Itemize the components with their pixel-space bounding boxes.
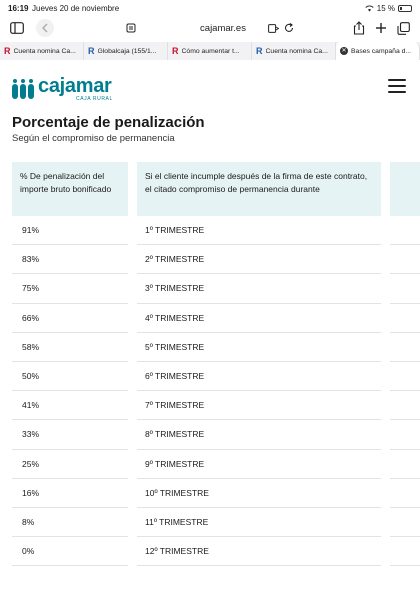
translate-icon[interactable] (266, 20, 280, 36)
back-button[interactable] (36, 19, 54, 37)
tab-label: Bases campaña d... (351, 47, 412, 55)
logo-mark-icon (12, 79, 34, 99)
table-row: 83% 2º TRIMESTRE (12, 245, 420, 275)
status-right: 15 % (365, 4, 412, 13)
cell-overflow (390, 333, 420, 362)
browser-tab[interactable]: R Cuenta nomina Ca... (0, 42, 84, 60)
r-favicon-icon: R (172, 46, 179, 56)
cell-overflow (390, 362, 420, 392)
cell-period: 3º TRIMESTRE (137, 274, 381, 304)
cell-period: 8º TRIMESTRE (137, 420, 381, 450)
r-favicon-icon: R (88, 46, 95, 56)
cell-overflow (390, 508, 420, 538)
cell-penalty-percent: 83% (12, 245, 128, 275)
table-header: % De penalización del importe bruto boni… (12, 162, 420, 216)
cell-overflow (390, 216, 420, 246)
header-period: Si el cliente incumple después de la fir… (137, 162, 381, 216)
cell-penalty-percent: 91% (12, 216, 128, 246)
cell-period: 1º TRIMESTRE (137, 216, 381, 246)
site-header: cajamar CAJA RURAL (0, 62, 420, 110)
cell-penalty-percent: 50% (12, 362, 128, 392)
cell-period: 10º TRIMESTRE (137, 479, 381, 508)
cell-period: 7º TRIMESTRE (137, 391, 381, 421)
cell-penalty-percent: 8% (12, 508, 128, 538)
table-row: 41% 7º TRIMESTRE (12, 391, 420, 421)
cell-overflow (390, 537, 420, 567)
close-icon[interactable]: ✕ (340, 47, 348, 55)
cell-overflow (390, 245, 420, 275)
cell-period: 9º TRIMESTRE (137, 450, 381, 479)
cell-penalty-percent: 75% (12, 274, 128, 304)
page-title: Porcentaje de penalización (12, 114, 205, 131)
cell-overflow (390, 479, 420, 508)
hamburger-menu-icon[interactable] (388, 79, 406, 93)
table-row: 58% 5º TRIMESTRE (12, 333, 420, 362)
cell-penalty-percent: 41% (12, 391, 128, 421)
cajamar-logo[interactable]: cajamar CAJA RURAL (12, 76, 113, 102)
cell-penalty-percent: 25% (12, 450, 128, 479)
cell-overflow (390, 274, 420, 304)
cell-penalty-percent: 66% (12, 304, 128, 333)
reader-icon[interactable] (124, 20, 138, 36)
tab-label: Globalcaja (155/1... (97, 47, 157, 55)
cell-period: 5º TRIMESTRE (137, 333, 381, 362)
tab-overview-icon[interactable] (394, 19, 412, 37)
cell-penalty-percent: 16% (12, 479, 128, 508)
tab-strip: R Cuenta nomina Ca... R Globalcaja (155/… (0, 42, 420, 60)
page-subtitle: Según el compromiso de permanencia (12, 133, 175, 144)
browser-tab[interactable]: R Cómo aumentar t... (168, 42, 252, 60)
header-penalty-percent: % De penalización del importe bruto boni… (12, 162, 128, 216)
cell-period: 4º TRIMESTRE (137, 304, 381, 333)
browser-tab-active[interactable]: ✕ Bases campaña d... (336, 42, 420, 60)
table-row: 75% 3º TRIMESTRE (12, 274, 420, 304)
logo-subtitle: CAJA RURAL (76, 96, 113, 102)
share-icon[interactable] (350, 19, 368, 37)
status-date: Jueves 20 de noviembre (32, 4, 120, 13)
browser-tab[interactable]: R Cuenta nomina Ca... (252, 42, 336, 60)
logo-name: cajamar (38, 75, 112, 97)
table-row: 33% 8º TRIMESTRE (12, 420, 420, 450)
new-tab-icon[interactable] (372, 19, 390, 37)
r-favicon-icon: R (4, 46, 11, 56)
header-overflow (390, 162, 420, 216)
cell-overflow (390, 420, 420, 450)
cell-period: 6º TRIMESTRE (137, 362, 381, 392)
wifi-icon (365, 5, 374, 12)
browser-toolbar: cajamar.es (0, 16, 420, 40)
cell-penalty-percent: 58% (12, 333, 128, 362)
battery-percent: 15 % (376, 4, 395, 13)
cell-penalty-percent: 33% (12, 420, 128, 450)
cell-period: 2º TRIMESTRE (137, 245, 381, 275)
table-row: 91% 1º TRIMESTRE (12, 216, 420, 246)
cell-overflow (390, 391, 420, 421)
cell-period: 11º TRIMESTRE (137, 508, 381, 538)
table-row: 50% 6º TRIMESTRE (12, 362, 420, 392)
table-row: 16% 10º TRIMESTRE (12, 479, 420, 508)
cell-penalty-percent: 0% (12, 537, 128, 567)
table-row: 25% 9º TRIMESTRE (12, 450, 420, 479)
table-body: 91% 1º TRIMESTRE 83% 2º TRIMESTRE 75% 3º TRIM… (12, 216, 420, 567)
sidebar-toggle-icon[interactable] (8, 19, 26, 37)
r-favicon-icon: R (256, 46, 263, 56)
battery-icon (398, 5, 412, 12)
table-row: 66% 4º TRIMESTRE (12, 304, 420, 333)
status-time: 16:19 (8, 4, 29, 13)
status-bar: 16:19 Jueves 20 de noviembre 15 % (0, 0, 420, 16)
table-row: 8% 11º TRIMESTRE (12, 508, 420, 538)
reload-icon[interactable] (282, 20, 296, 36)
tab-label: Cómo aumentar t... (181, 47, 240, 55)
table-row: 0% 12º TRIMESTRE (12, 537, 420, 567)
browser-tab[interactable]: R Globalcaja (155/1... (84, 42, 168, 60)
tab-label: Cuenta nomina Ca... (265, 47, 328, 55)
cell-overflow (390, 450, 420, 479)
cell-period: 12º TRIMESTRE (137, 537, 381, 567)
tab-label: Cuenta nomina Ca... (13, 47, 76, 55)
penalty-table: % De penalización del importe bruto boni… (12, 162, 420, 567)
cell-overflow (390, 304, 420, 333)
